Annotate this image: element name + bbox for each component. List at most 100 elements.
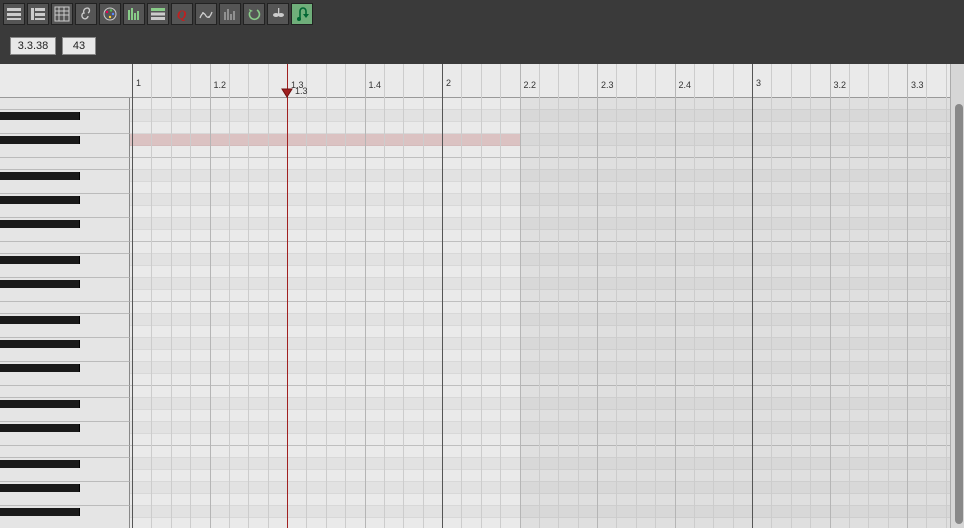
humanize-icon[interactable] xyxy=(195,3,217,25)
grid-line xyxy=(558,64,559,528)
track-list-icon[interactable] xyxy=(147,3,169,25)
white-key[interactable] xyxy=(0,242,130,254)
grid-line xyxy=(229,64,230,528)
black-key[interactable] xyxy=(0,220,80,228)
grid-line xyxy=(655,64,656,528)
piano-keys-column xyxy=(0,64,130,528)
white-key[interactable] xyxy=(0,146,130,158)
beat-line xyxy=(210,64,211,528)
black-key[interactable] xyxy=(0,484,80,492)
undo-icon[interactable] xyxy=(243,3,265,25)
grid-line xyxy=(423,64,424,528)
position-field[interactable]: 3.3.38 xyxy=(10,37,56,55)
beat-line xyxy=(675,64,676,528)
bar-line xyxy=(752,64,753,528)
black-key[interactable] xyxy=(0,424,80,432)
white-key[interactable] xyxy=(0,98,130,110)
grid-line xyxy=(578,64,579,528)
note-number-field[interactable]: 43 xyxy=(62,37,96,55)
info-bar: 3.3.38 43 xyxy=(0,28,964,64)
white-key[interactable] xyxy=(0,302,130,314)
grid-line xyxy=(810,64,811,528)
midi-editor: 11.21.31.422.22.32.433.23.33.4 1.3 xyxy=(0,64,964,528)
beat-line xyxy=(520,64,521,528)
black-key[interactable] xyxy=(0,280,80,288)
bar-line xyxy=(442,64,443,528)
white-key[interactable] xyxy=(0,290,130,302)
grid-line xyxy=(733,64,734,528)
white-key[interactable] xyxy=(0,410,130,422)
grid-line xyxy=(248,64,249,528)
black-key[interactable] xyxy=(0,508,80,516)
beat-line xyxy=(365,64,366,528)
white-key[interactable] xyxy=(0,230,130,242)
note-grid[interactable]: 11.21.31.422.22.32.433.23.33.4 1.3 xyxy=(130,64,950,528)
white-key[interactable] xyxy=(0,158,130,170)
bar-line xyxy=(132,64,133,528)
black-key[interactable] xyxy=(0,316,80,324)
white-key[interactable] xyxy=(0,434,130,446)
grid-line xyxy=(926,64,927,528)
playhead-label: 1.3 xyxy=(295,86,308,96)
black-key[interactable] xyxy=(0,256,80,264)
grid-line xyxy=(403,64,404,528)
white-key[interactable] xyxy=(0,182,130,194)
white-key[interactable] xyxy=(0,494,130,506)
white-key[interactable] xyxy=(0,446,130,458)
grid-line xyxy=(500,64,501,528)
white-key[interactable] xyxy=(0,374,130,386)
black-key[interactable] xyxy=(0,460,80,468)
grid-line xyxy=(636,64,637,528)
white-key[interactable] xyxy=(0,266,130,278)
white-key[interactable] xyxy=(0,518,130,528)
beat-line xyxy=(597,64,598,528)
black-key[interactable] xyxy=(0,364,80,372)
black-key[interactable] xyxy=(0,136,80,144)
grid-line xyxy=(384,64,385,528)
grid-line xyxy=(481,64,482,528)
grid-line xyxy=(713,64,714,528)
velocity-tool-icon[interactable] xyxy=(219,3,241,25)
color-palette-icon[interactable] xyxy=(99,3,121,25)
grid-line xyxy=(539,64,540,528)
grid-line xyxy=(849,64,850,528)
grid-line xyxy=(616,64,617,528)
grid-line xyxy=(171,64,172,528)
playhead-marker-icon xyxy=(281,88,293,98)
vertical-scrollbar-thumb[interactable] xyxy=(955,104,963,524)
grid-line xyxy=(326,64,327,528)
grid-line xyxy=(268,64,269,528)
white-key[interactable] xyxy=(0,386,130,398)
grid-line xyxy=(306,64,307,528)
event-list-icon[interactable] xyxy=(27,3,49,25)
quantize-icon[interactable]: Q xyxy=(171,3,193,25)
vertical-scrollbar[interactable] xyxy=(950,64,964,528)
black-key[interactable] xyxy=(0,340,80,348)
black-key[interactable] xyxy=(0,172,80,180)
timeline-gutter xyxy=(0,64,130,98)
grid-line xyxy=(791,64,792,528)
beat-line xyxy=(830,64,831,528)
notation-icon[interactable] xyxy=(75,3,97,25)
svg-text:Q: Q xyxy=(177,7,187,22)
playhead[interactable]: 1.3 xyxy=(287,64,288,528)
grid-line xyxy=(151,64,152,528)
piano-keys[interactable] xyxy=(0,98,130,528)
cc-lane-icon[interactable] xyxy=(123,3,145,25)
step-input-icon[interactable] xyxy=(291,3,313,25)
grid-columns xyxy=(130,64,950,528)
black-key[interactable] xyxy=(0,196,80,204)
black-key[interactable] xyxy=(0,112,80,120)
white-key[interactable] xyxy=(0,350,130,362)
grid-line xyxy=(190,64,191,528)
grid-line xyxy=(461,64,462,528)
white-key[interactable] xyxy=(0,470,130,482)
drum-grid-icon[interactable] xyxy=(51,3,73,25)
filter-icon[interactable] xyxy=(267,3,289,25)
white-key[interactable] xyxy=(0,326,130,338)
white-key[interactable] xyxy=(0,122,130,134)
notes-view-icon[interactable] xyxy=(3,3,25,25)
grid-line xyxy=(694,64,695,528)
black-key[interactable] xyxy=(0,400,80,408)
white-key[interactable] xyxy=(0,206,130,218)
